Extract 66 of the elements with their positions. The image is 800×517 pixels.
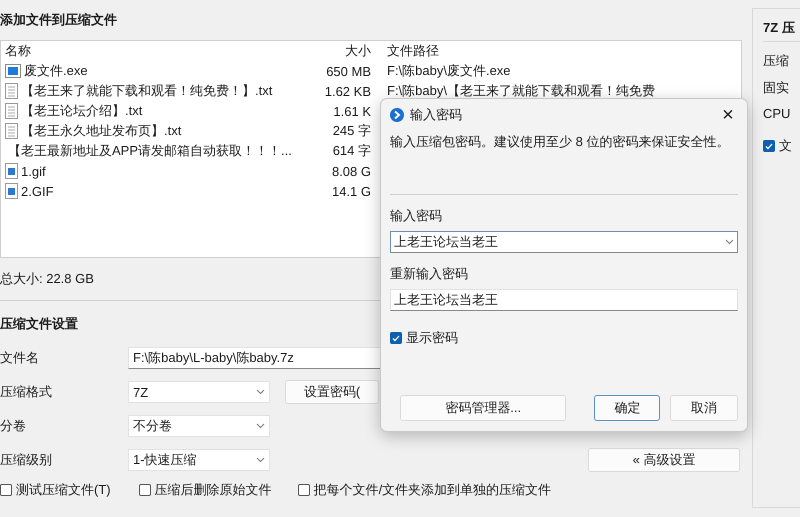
file-name: 【老王最新地址及APP请发邮箱自动获取！！！... <box>8 142 292 160</box>
image-file-icon <box>5 163 18 179</box>
field-label: 输入密码 <box>390 207 443 225</box>
checkbox-label: 显示密码 <box>406 329 458 347</box>
document-icon <box>5 83 18 99</box>
column-header[interactable]: 大小 <box>291 42 383 60</box>
document-icon <box>5 123 18 139</box>
dialog-title: 输入密码 <box>410 106 463 124</box>
field-label: 重新输入密码 <box>390 265 469 283</box>
confirm-password-field[interactable]: 上老王论坛当老王 <box>390 289 738 311</box>
checkbox-label: 把每个文件/文件夹添加到单独的压缩文件 <box>314 481 552 499</box>
file-name: 【老王永久地址发布页】.txt <box>21 122 182 140</box>
file-name: 1.gif <box>21 164 46 178</box>
field-label: 文件名 <box>0 349 40 367</box>
checkbox-label: 测试压缩文件(T) <box>16 481 111 499</box>
file-size: 8.08 G <box>330 164 372 178</box>
checkbox-label: 压缩后删除原始文件 <box>154 481 272 499</box>
split-select[interactable]: 不分卷 <box>128 415 270 437</box>
field-label: 分卷 <box>0 417 27 435</box>
app-icon <box>390 108 404 122</box>
set-password-button[interactable]: 设置密码( <box>285 380 379 404</box>
dialog-button[interactable]: 确定 <box>594 395 660 421</box>
setting-label: 压缩 <box>763 52 790 69</box>
setting-label: 固实 <box>763 79 790 96</box>
image-file-icon <box>5 183 18 199</box>
file-name: 废文件.exe <box>24 62 88 80</box>
total-size: 总大小: 22.8 GB <box>0 270 94 288</box>
chevron-down-icon <box>725 239 734 245</box>
file-name: 【老王论坛介绍】.txt <box>21 102 142 120</box>
password-field[interactable]: 上老王论坛当老王 <box>390 231 738 253</box>
checkbox[interactable] <box>763 140 775 152</box>
file-path: F:\陈baby\废文件.exe <box>386 62 511 80</box>
column-header[interactable]: 文件路径 <box>383 42 439 60</box>
chevron-down-icon <box>256 389 265 395</box>
file-size: 614 字 <box>332 142 372 160</box>
window-title: 添加文件到压缩文件 <box>0 11 118 29</box>
window-icon <box>5 64 21 78</box>
file-name: 【老王来了就能下载和观看！纯免费！】.txt <box>21 82 272 100</box>
dialog-description: 输入压缩包密码。建议使用至少 8 位的密码来保证安全性。 <box>390 133 730 151</box>
file-size: 1.61 K <box>332 104 372 118</box>
dialog-button[interactable]: 密码管理器... <box>400 395 566 421</box>
chevron-down-icon <box>256 423 265 429</box>
column-header[interactable]: 名称 <box>1 42 291 60</box>
file-name: 2.GIF <box>21 184 54 198</box>
file-size: 245 字 <box>332 122 372 140</box>
setting-label: CPU <box>763 106 792 123</box>
file-size: 1.62 KB <box>324 84 372 98</box>
file-size: 14.1 G <box>330 184 372 198</box>
field-label: 压缩级别 <box>0 451 53 469</box>
file-path: F:\陈baby\【老王来了就能下载和观看！纯免费 <box>386 82 655 100</box>
checkbox[interactable] <box>0 484 12 496</box>
document-icon <box>5 103 18 119</box>
level-select[interactable]: 1-快速压缩 <box>128 449 270 471</box>
close-button[interactable]: × <box>718 104 738 126</box>
checkbox[interactable] <box>138 484 151 496</box>
chevron-down-icon <box>256 457 265 463</box>
field-label: 压缩格式 <box>0 383 53 401</box>
format-select[interactable]: 7Z <box>128 381 270 403</box>
checkbox[interactable] <box>390 332 402 344</box>
checkbox-label: 文 <box>779 137 792 155</box>
advanced-settings-button[interactable]: « 高级设置 <box>588 448 740 472</box>
file-size: 650 MB <box>325 64 372 78</box>
panel-title: 7Z 压 <box>763 19 800 42</box>
dialog-button[interactable]: 取消 <box>670 395 738 421</box>
checkbox[interactable] <box>298 484 310 496</box>
section-heading: 压缩文件设置 <box>0 315 79 333</box>
